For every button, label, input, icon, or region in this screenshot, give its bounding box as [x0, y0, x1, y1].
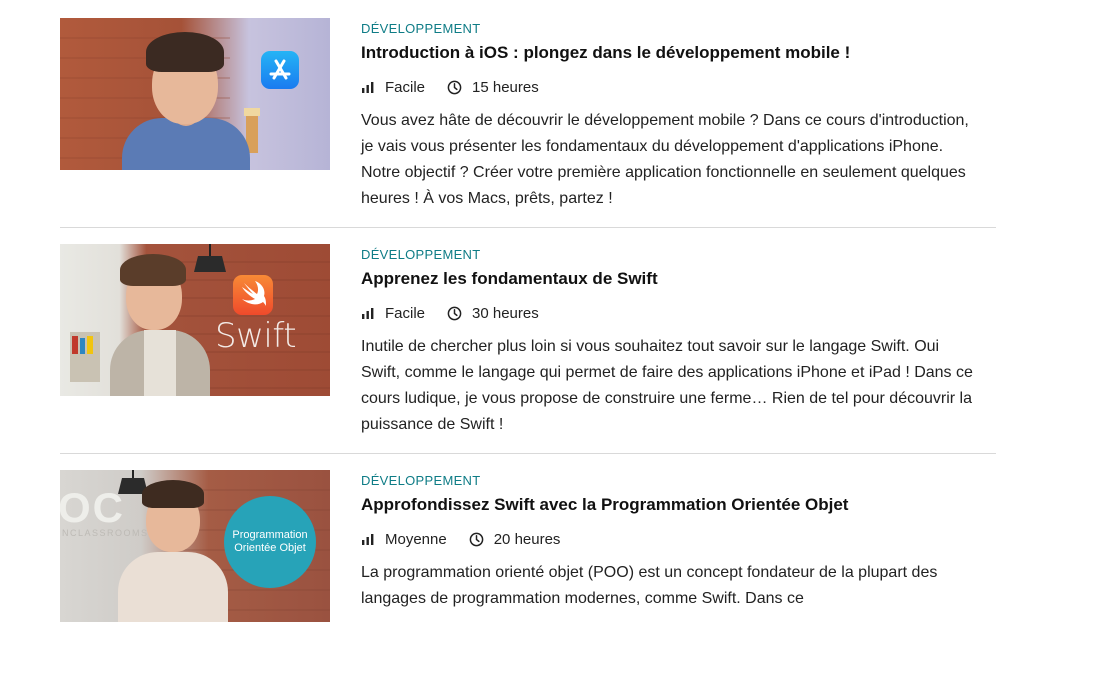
course-thumbnail[interactable] [60, 18, 330, 170]
course-level-label: Facile [385, 304, 426, 322]
course-thumbnail[interactable]: Swift [60, 244, 330, 396]
course-separator [60, 227, 996, 228]
course-card[interactable]: OC NCLASSROOMS Programmation Orientée Ob… [60, 470, 996, 696]
course-level-label: Facile [385, 78, 426, 96]
course-info: DÉVELOPPEMENT Introduction à iOS : plong… [361, 18, 981, 212]
clock-icon [447, 306, 462, 320]
course-level: Facile [361, 305, 425, 322]
oop-badge-line-2: Orientée Objet [234, 542, 306, 554]
course-duration-label: 30 heures [472, 304, 539, 322]
swift-logo-icon [233, 275, 273, 315]
course-meta: Facile 15 heures [361, 77, 981, 97]
course-category: DÉVELOPPEMENT [361, 473, 481, 488]
difficulty-bars-icon [362, 82, 374, 93]
course-duration-label: 15 heures [472, 78, 539, 96]
difficulty-bars-icon [362, 534, 374, 545]
course-duration: 20 heures [469, 530, 561, 548]
course-description: Inutile de chercher plus loin si vous so… [361, 338, 973, 433]
course-title[interactable]: Introduction à iOS : plongez dans le dév… [361, 41, 981, 65]
clock-icon [469, 532, 484, 546]
course-duration-label: 20 heures [493, 530, 561, 548]
course-level: Facile [361, 79, 425, 96]
oop-badge: Programmation Orientée Objet [224, 496, 316, 588]
course-description: La programmation orienté objet (POO) est… [361, 564, 938, 607]
course-card[interactable]: Swift DÉVELOPPEMENT Apprenez les fondame… [60, 244, 996, 470]
course-info: DÉVELOPPEMENT Apprenez les fondamentaux … [361, 244, 981, 438]
oop-badge-line-1: Programmation [232, 529, 308, 541]
course-duration: 15 heures [447, 79, 539, 96]
course-description: Vous avez hâte de découvrir le développe… [361, 112, 969, 207]
course-duration: 30 heures [447, 305, 539, 322]
course-title[interactable]: Approfondissez Swift avec la Programmati… [361, 493, 981, 517]
course-meta: Facile 30 heures [361, 303, 981, 323]
course-category: DÉVELOPPEMENT [361, 21, 481, 36]
course-separator [60, 453, 996, 454]
thumbnail-swift-text: Swift [215, 316, 297, 356]
course-meta: Moyenne 20 heures [361, 529, 981, 549]
course-info: DÉVELOPPEMENT Approfondissez Swift avec … [361, 470, 981, 612]
thumbnail-wall-subtext: NCLASSROOMS [62, 528, 149, 538]
difficulty-bars-icon [362, 308, 374, 319]
course-level-label: Moyenne [385, 530, 447, 548]
course-title[interactable]: Apprenez les fondamentaux de Swift [361, 267, 981, 291]
course-level: Moyenne [361, 531, 447, 548]
course-category: DÉVELOPPEMENT [361, 247, 481, 262]
clock-icon [447, 80, 462, 94]
course-list: DÉVELOPPEMENT Introduction à iOS : plong… [60, 18, 996, 696]
thumbnail-wall-logo: OC [60, 484, 125, 531]
app-store-icon [261, 51, 299, 89]
course-thumbnail[interactable]: OC NCLASSROOMS Programmation Orientée Ob… [60, 470, 330, 622]
course-card[interactable]: DÉVELOPPEMENT Introduction à iOS : plong… [60, 18, 996, 244]
